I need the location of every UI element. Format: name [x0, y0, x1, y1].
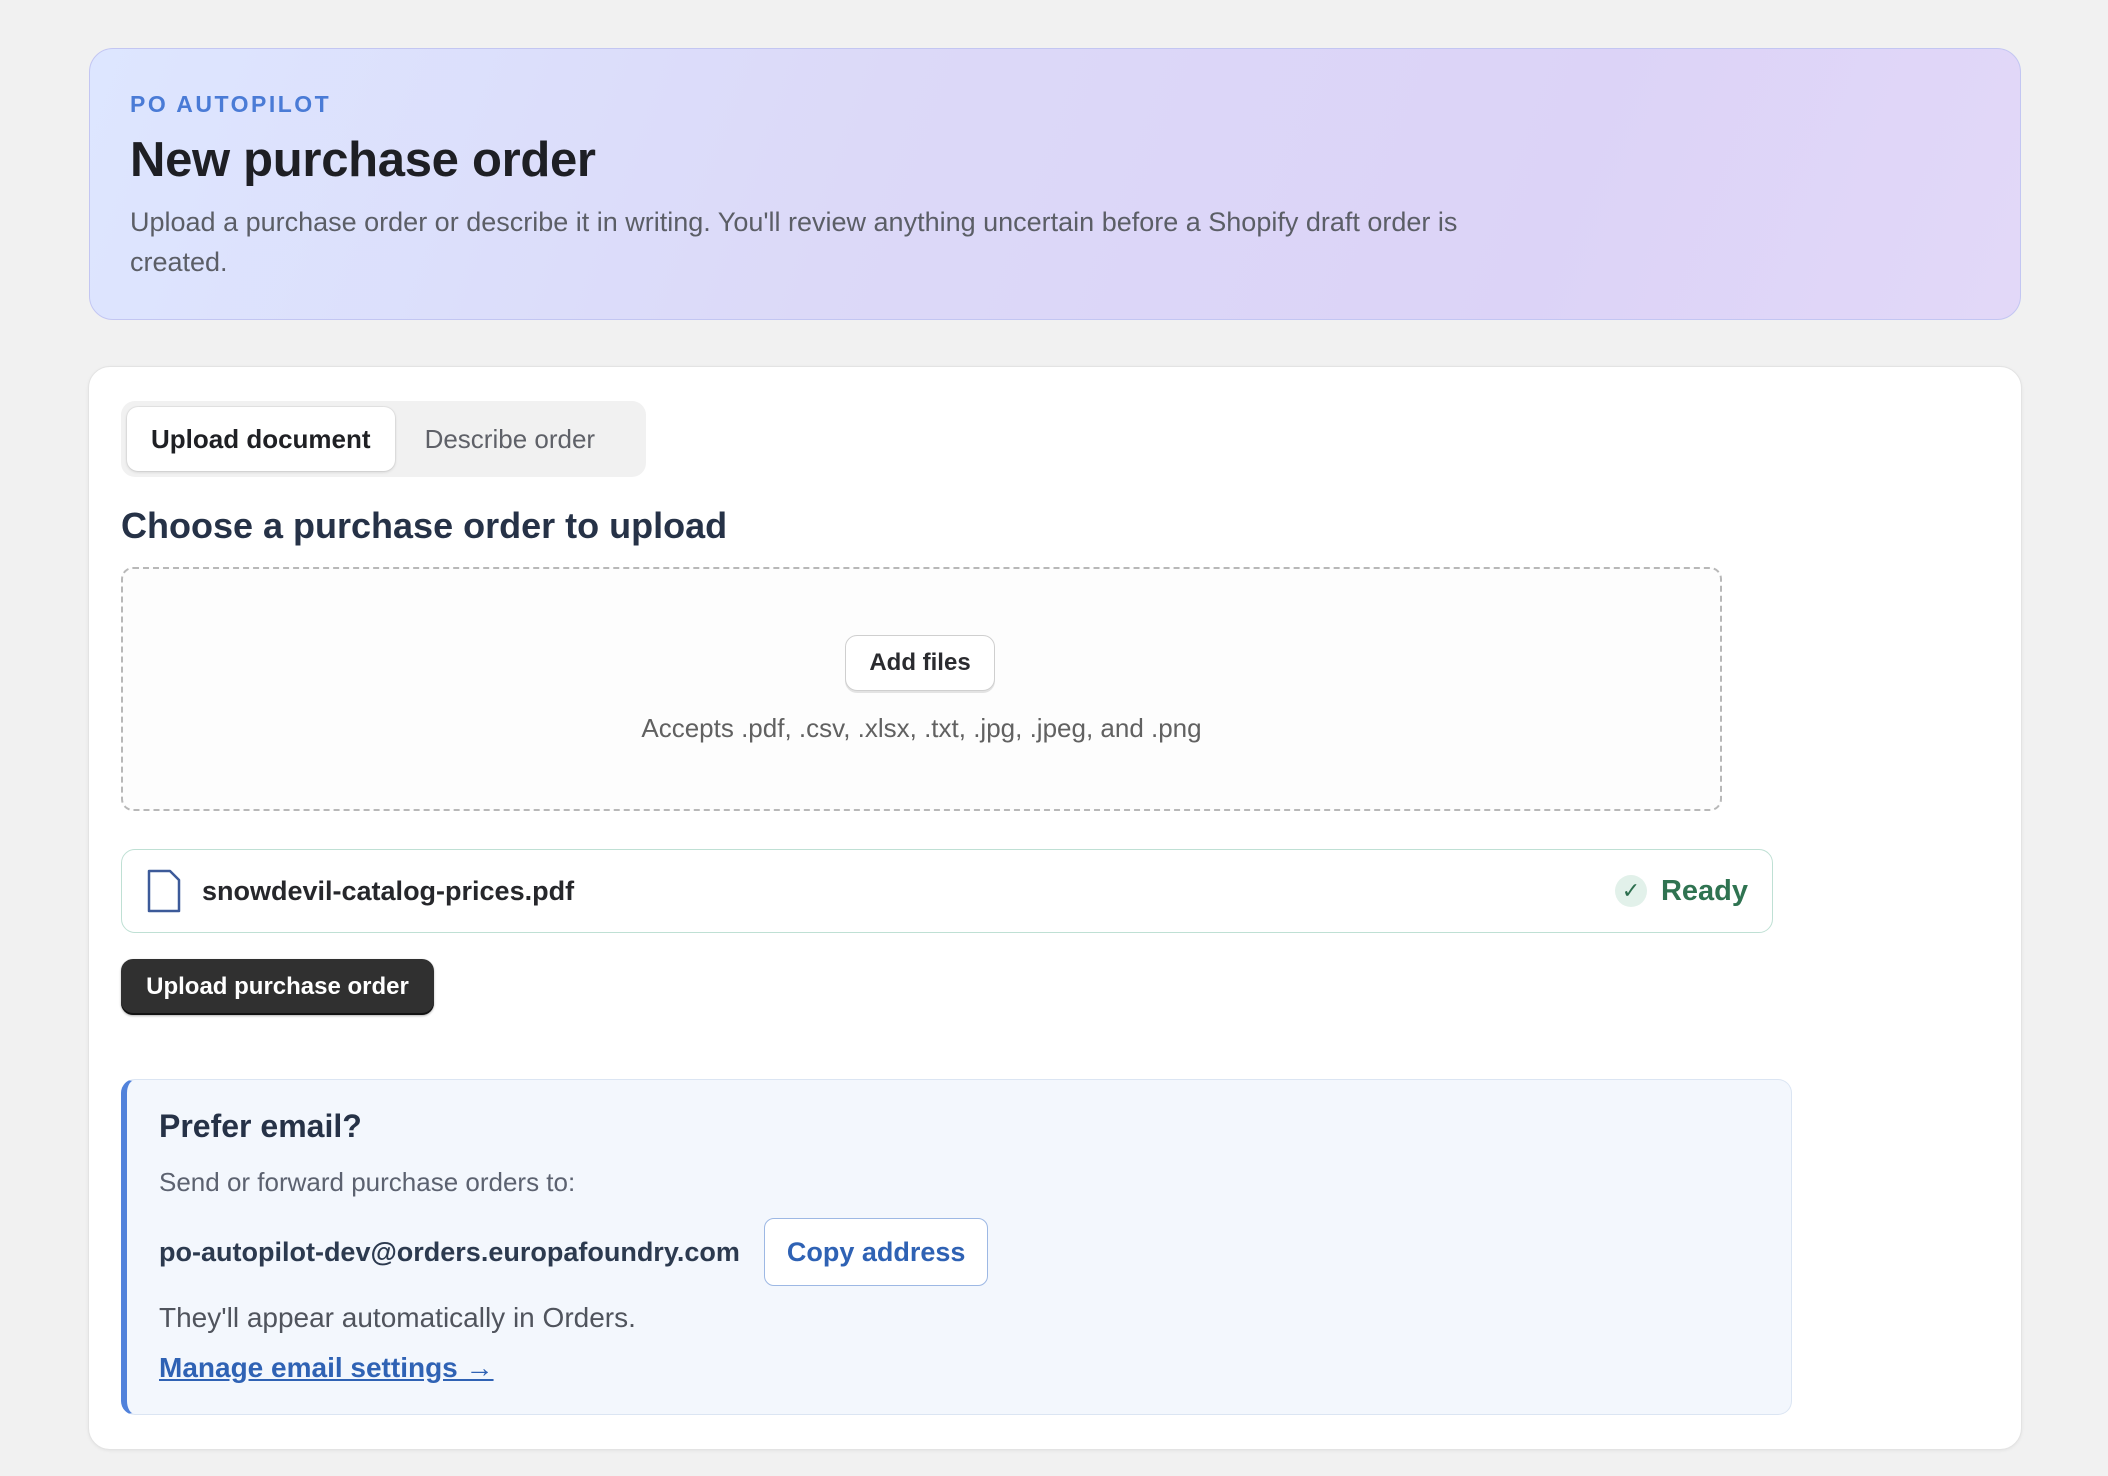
accepted-file-types: Accepts .pdf, .csv, .xlsx, .txt, .jpg, .… [641, 713, 1202, 743]
check-icon: ✓ [1614, 875, 1647, 907]
add-files-button[interactable]: Add files [845, 635, 995, 691]
email-address-row: po-autopilot-dev@orders.europafoundry.co… [159, 1218, 1761, 1286]
upload-purchase-order-button[interactable]: Upload purchase order [121, 959, 434, 1015]
file-name: snowdevil-catalog-prices.pdf [202, 875, 575, 906]
page-subtitle: Upload a purchase order or describe it i… [130, 207, 1458, 277]
file-status: ✓ Ready [1614, 874, 1748, 908]
uploaded-file-item: snowdevil-catalog-prices.pdf ✓ Ready [121, 849, 1773, 933]
page: PO AUTOPILOT New purchase order Upload a… [0, 0, 2108, 1476]
app-eyebrow: PO AUTOPILOT [130, 91, 332, 117]
copy-address-button[interactable]: Copy address [763, 1218, 989, 1286]
file-dropzone[interactable]: Add files Accepts .pdf, .csv, .xlsx, .tx… [121, 567, 1722, 811]
status-text: Ready [1660, 874, 1748, 907]
main-card: Upload document Describe order Choose a … [88, 366, 2022, 1450]
file-icon [146, 868, 182, 914]
page-title: New purchase order [130, 133, 596, 187]
tab-bar: Upload document Describe order [121, 401, 646, 477]
manage-email-settings-link[interactable]: Manage email settings → [159, 1352, 494, 1383]
email-note: They'll appear automatically in Orders. [159, 1302, 636, 1333]
email-callout: Prefer email? Send or forward purchase o… [121, 1079, 1792, 1415]
tab-describe-order[interactable]: Describe order [401, 407, 620, 471]
tab-upload-document[interactable]: Upload document [127, 407, 395, 471]
email-callout-title: Prefer email? [159, 1108, 362, 1144]
page-header: PO AUTOPILOT New purchase order Upload a… [89, 48, 2021, 320]
section-title: Choose a purchase order to upload [121, 505, 728, 546]
email-callout-subtitle: Send or forward purchase orders to: [159, 1167, 576, 1197]
email-address: po-autopilot-dev@orders.europafoundry.co… [159, 1236, 740, 1267]
